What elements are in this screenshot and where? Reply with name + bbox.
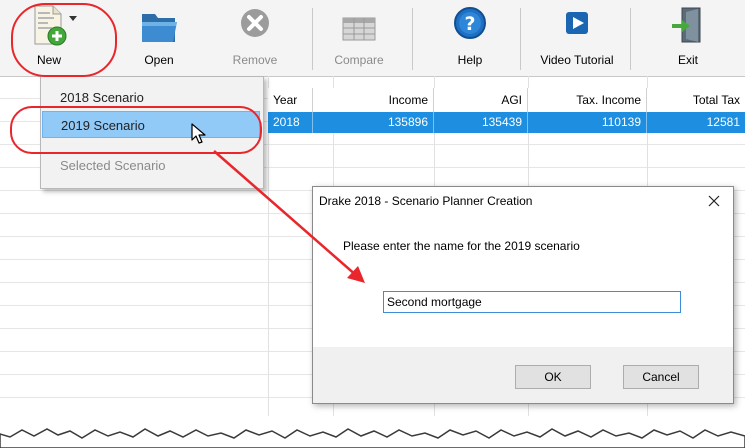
help-button-label: Help (457, 53, 483, 67)
cell-agi: 135439 (434, 112, 528, 133)
remove-button-label: Remove (232, 53, 278, 67)
close-button[interactable] (703, 190, 725, 212)
column-header-total-tax[interactable]: Total Tax (647, 88, 745, 112)
remove-x-icon (235, 4, 275, 48)
toolbar-separator (412, 8, 413, 70)
scenario-name-input[interactable] (383, 291, 681, 313)
compare-grid-icon (339, 4, 379, 48)
table-row[interactable]: 2018 135896 135439 110139 12581 (268, 112, 745, 133)
scenario-creation-dialog: Drake 2018 - Scenario Planner Creation P… (312, 186, 734, 404)
open-button[interactable]: Open (136, 4, 182, 72)
compare-button[interactable]: Compare (326, 4, 392, 72)
new-button-highlight-ring (11, 3, 117, 77)
remove-button[interactable]: Remove (228, 4, 282, 72)
toolbar-separator (630, 8, 631, 70)
open-button-label: Open (144, 53, 174, 67)
cell-total-tax: 12581 (706, 115, 740, 129)
column-header-income[interactable]: Income (313, 88, 434, 112)
video-play-icon (557, 4, 597, 48)
cell-year: 2018 (268, 112, 313, 133)
compare-button-label: Compare (334, 53, 384, 67)
exit-button-label: Exit (677, 53, 698, 67)
help-question-icon: ? (450, 4, 490, 48)
exit-button[interactable]: Exit (668, 4, 708, 72)
column-header-year[interactable]: Year (268, 88, 313, 112)
video-tutorial-button-label: Video Tutorial (540, 53, 614, 67)
video-tutorial-button[interactable]: Video Tutorial (530, 4, 624, 72)
column-header-agi[interactable]: AGI (434, 88, 528, 112)
dialog-prompt: Please enter the name for the 2019 scena… (343, 239, 580, 253)
column-header-tax-income[interactable]: Tax. Income (528, 88, 647, 112)
menu-item-selected-scenario[interactable]: Selected Scenario (42, 152, 260, 179)
exit-door-icon (668, 4, 708, 48)
help-button[interactable]: ? Help (448, 4, 492, 72)
svg-text:?: ? (464, 13, 475, 35)
folder-icon (139, 4, 179, 48)
scenario-planner-window: New Open Remove Compare ? Help Video Tut… (0, 0, 745, 448)
cell-tax-income: 110139 (528, 112, 647, 133)
torn-edge (0, 428, 745, 448)
dialog-body: Please enter the name for the 2019 scena… (313, 215, 733, 347)
toolbar-separator (312, 8, 313, 70)
2019-scenario-highlight-ring (10, 106, 262, 154)
cell-income: 135896 (313, 112, 434, 133)
cancel-button[interactable]: Cancel (623, 365, 699, 389)
close-icon (708, 195, 720, 207)
dialog-title: Drake 2018 - Scenario Planner Creation (319, 194, 533, 208)
dialog-titlebar[interactable]: Drake 2018 - Scenario Planner Creation (313, 187, 733, 215)
toolbar-separator (520, 8, 521, 70)
ok-button[interactable]: OK (515, 365, 591, 389)
